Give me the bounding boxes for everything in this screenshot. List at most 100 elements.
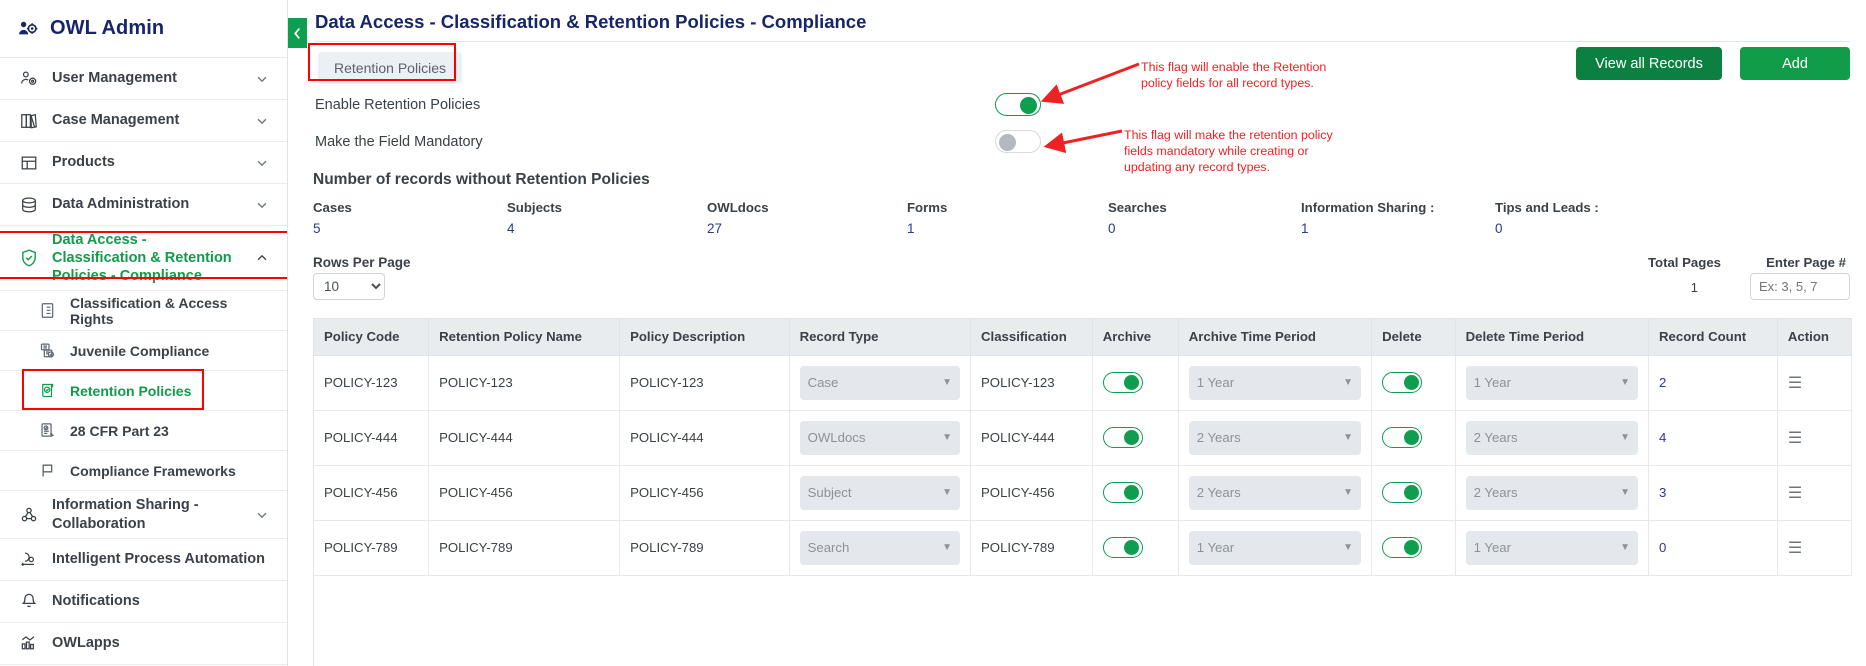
sidebar-item-owlapps[interactable]: OWLapps (0, 623, 287, 665)
archive-toggle[interactable] (1102, 372, 1143, 393)
sidebar-subitem-label: Retention Policies (70, 382, 192, 399)
sidebar-subitem-classification-access-rights[interactable]: Classification & Access Rights (0, 291, 287, 332)
cell-delete (1371, 520, 1456, 576)
enter-page-input[interactable] (1750, 273, 1850, 300)
cell-archive-time: 2 Years ▼ (1178, 465, 1373, 521)
delete-toggle[interactable] (1382, 372, 1423, 393)
cell-record-type: Case ▼ (789, 355, 972, 411)
cell-archive-time: 1 Year ▼ (1178, 355, 1373, 411)
chevron-down-icon: ▼ (942, 542, 953, 553)
record-type-select[interactable]: Case ▼ (799, 365, 961, 400)
table-row[interactable]: POLICY-456 POLICY-456 POLICY-456 Subject… (314, 465, 1852, 521)
cell-policy-description: POLICY-444 (619, 410, 790, 466)
enable-retention-policies-label: Enable Retention Policies (315, 97, 481, 113)
cell-record-count[interactable]: 0 (1648, 520, 1778, 576)
archive-time-select[interactable]: 2 Years ▼ (1188, 475, 1362, 510)
delete-toggle[interactable] (1382, 427, 1423, 448)
chevron-down-icon[interactable] (255, 72, 269, 86)
sidebar-subitem-juvenile-compliance[interactable]: Juvenile Compliance (0, 331, 287, 372)
cell-policy-code: POLICY-789 (314, 520, 430, 576)
stat-value[interactable]: 1 (907, 221, 1108, 236)
chevron-down-icon[interactable] (255, 508, 269, 522)
sidebar-item-products[interactable]: Products (0, 142, 287, 184)
archive-toggle[interactable] (1102, 537, 1143, 558)
archive-time-select[interactable]: 2 Years ▼ (1188, 420, 1362, 455)
stat-cases: Cases 5 (313, 200, 507, 236)
hamburger-icon[interactable]: ☰ (1788, 430, 1802, 447)
hamburger-icon[interactable]: ☰ (1788, 375, 1802, 392)
cell-record-count[interactable]: 4 (1648, 410, 1778, 466)
enable-retention-policies-toggle[interactable] (995, 93, 1041, 116)
chevron-up-icon[interactable] (255, 251, 269, 265)
hamburger-icon[interactable]: ☰ (1788, 485, 1802, 502)
archive-time-select[interactable]: 1 Year ▼ (1188, 530, 1362, 565)
sidebar-item-notifications[interactable]: Notifications (0, 581, 287, 623)
cell-policy-code: POLICY-456 (314, 465, 430, 521)
sidebar-item-label: Information Sharing - Collaboration (52, 497, 199, 532)
table-row[interactable]: POLICY-444 POLICY-444 POLICY-444 OWLdocs… (314, 410, 1852, 466)
chevron-down-icon[interactable] (255, 114, 269, 128)
sidebar-item-information-sharing-collaboration[interactable]: Information Sharing - Collaboration (0, 491, 287, 539)
archive-toggle[interactable] (1102, 482, 1143, 503)
record-type-select[interactable]: Search ▼ (799, 530, 961, 565)
cell-record-count[interactable]: 2 (1648, 355, 1778, 411)
annotation-text-enable-flag: This flag will enable the Retention poli… (1141, 60, 1327, 90)
cell-record-count[interactable]: 3 (1648, 465, 1778, 521)
toggle-knob (1403, 485, 1419, 500)
sidebar-item-label: Case Management (52, 112, 180, 129)
page-title: Data Access - Classification & Retention… (315, 11, 867, 32)
stat-value[interactable]: 27 (707, 221, 907, 236)
make-field-mandatory-toggle[interactable] (995, 130, 1041, 153)
view-all-records-button[interactable]: View all Records (1576, 47, 1722, 80)
sidebar-item-label: Data Administration (52, 196, 190, 213)
sidebar-item-intelligent-process-automation[interactable]: Intelligent Process Automation (0, 539, 287, 581)
share-nodes-icon (18, 506, 40, 524)
delete-time-select[interactable]: 1 Year ▼ (1465, 365, 1638, 400)
hamburger-icon[interactable]: ☰ (1788, 540, 1802, 557)
tab-retention-policies[interactable]: Retention Policies (318, 52, 463, 84)
sidebar-item-user-management[interactable]: User Management (0, 58, 287, 100)
record-type-select[interactable]: Subject ▼ (799, 475, 961, 510)
stat-value[interactable]: 4 (507, 221, 707, 236)
archive-toggle[interactable] (1102, 427, 1143, 448)
delete-time-select[interactable]: 1 Year ▼ (1465, 530, 1638, 565)
sidebar-subitem-label: Classification & Access Rights (70, 294, 228, 327)
stat-value[interactable]: 0 (1495, 221, 1599, 236)
cell-record-type: OWLdocs ▼ (789, 410, 972, 466)
archive-time-value: 2 Years (1196, 430, 1241, 445)
stat-subjects: Subjects 4 (507, 200, 707, 236)
sidebar-subitem-28-cfr-part-23[interactable]: 28 CFR Part 23 (0, 411, 287, 452)
stat-value[interactable]: 5 (313, 221, 507, 236)
sidebar-subitem-retention-policies[interactable]: Retention Policies (0, 371, 287, 412)
sidebar-item-case-management[interactable]: Case Management (0, 100, 287, 142)
record-type-select[interactable]: OWLdocs ▼ (799, 420, 961, 455)
cell-policy-description: POLICY-123 (619, 355, 790, 411)
sidebar-item-data-access-classification-retention-policies-compliance[interactable]: Data Access - Classification & Retention… (0, 226, 287, 292)
chevron-down-icon: ▼ (1343, 377, 1354, 388)
table-header-row: Policy Code Retention Policy Name Policy… (314, 319, 1852, 356)
table-row[interactable]: POLICY-789 POLICY-789 POLICY-789 Search … (314, 520, 1852, 576)
sidebar-item-data-administration[interactable]: Data Administration (0, 184, 287, 226)
archive-time-select[interactable]: 1 Year ▼ (1188, 365, 1362, 400)
sidebar-collapse-toggle[interactable] (288, 18, 307, 48)
rows-per-page-label: Rows Per Page (313, 255, 411, 270)
column-header-policy-code: Policy Code (314, 319, 430, 356)
stats-section-title: Number of records without Retention Poli… (313, 171, 650, 188)
delete-time-value: 1 Year (1473, 375, 1512, 390)
delete-time-select[interactable]: 2 Years ▼ (1465, 475, 1638, 510)
chevron-down-icon: ▼ (942, 377, 953, 388)
delete-toggle[interactable] (1382, 482, 1423, 503)
stat-value[interactable]: 0 (1108, 221, 1301, 236)
delete-time-select[interactable]: 2 Years ▼ (1465, 420, 1638, 455)
chevron-down-icon[interactable] (255, 156, 269, 170)
delete-toggle[interactable] (1382, 537, 1423, 558)
sidebar-subitem-compliance-frameworks[interactable]: Compliance Frameworks (0, 451, 287, 492)
stat-value[interactable]: 1 (1301, 221, 1495, 236)
table-row[interactable]: POLICY-123 POLICY-123 POLICY-123 Case ▼ … (314, 355, 1852, 411)
rows-per-page-select[interactable]: 10 (313, 273, 385, 300)
toggle-knob (1124, 485, 1140, 500)
cell-action: ☰ (1777, 410, 1852, 466)
chevron-down-icon[interactable] (255, 198, 269, 212)
stat-label: OWLdocs (707, 200, 769, 215)
add-button[interactable]: Add (1740, 47, 1850, 80)
